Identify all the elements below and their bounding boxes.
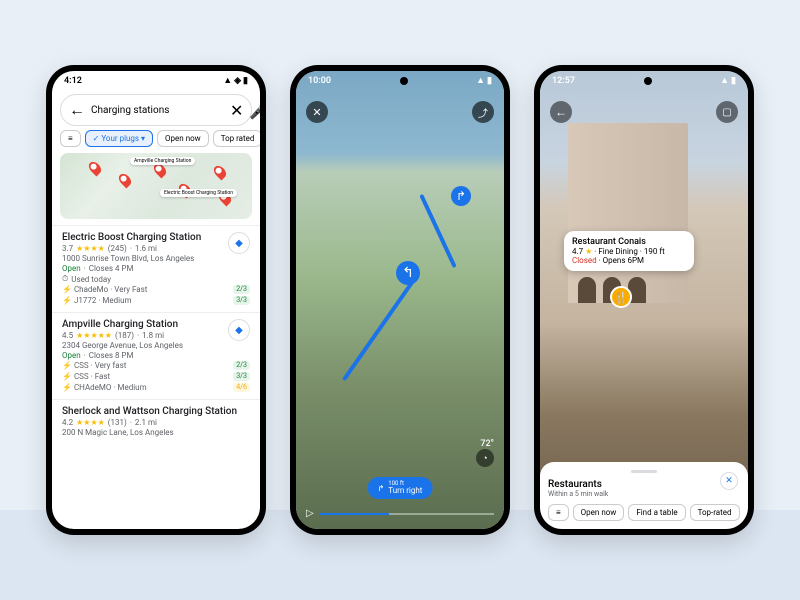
stars-icon: ★★★★: [76, 418, 105, 427]
result-address: 1000 Sunrise Town Blvd, Los Angeles: [62, 254, 250, 263]
directions-button[interactable]: ◆: [228, 232, 250, 254]
signal-icon: ▲: [720, 75, 729, 86]
map-pin[interactable]: [87, 160, 104, 177]
result-item[interactable]: ◆ Electric Boost Charging Station 3.7★★★…: [52, 225, 260, 312]
close-sheet-button[interactable]: ✕: [720, 472, 738, 490]
building-facade: [568, 123, 688, 303]
mic-icon[interactable]: 🎤: [249, 101, 260, 120]
clock-icon: ⏱: [62, 274, 68, 284]
route-line: [419, 194, 456, 268]
navigation-view[interactable]: ↰ ↱: [296, 71, 504, 529]
status-bar: 4:12 ▲◈▮: [52, 71, 260, 90]
turn-arrow-icon: ↱: [451, 186, 471, 206]
map-label: Electric Boost Charging Station: [160, 189, 237, 197]
result-address: 2304 George Avenue, Los Angeles: [62, 341, 250, 350]
back-icon[interactable]: ←: [69, 100, 85, 120]
search-input[interactable]: [91, 105, 224, 116]
result-title: Ampville Charging Station: [62, 319, 250, 330]
status-time: 10:00: [308, 76, 331, 86]
phone-live-view: 12:57 ▲▮ ← ▢ Restaurant Conais 4.7 ★ · F…: [534, 65, 754, 535]
turn-instruction: ↱ 100 ftTurn right: [368, 477, 433, 499]
poi-pin-icon[interactable]: 🍴: [610, 286, 632, 308]
map-preview[interactable]: Ampville Charging Station Electric Boost…: [60, 153, 252, 219]
poi-name: Restaurant Conais: [572, 237, 686, 247]
map-pin[interactable]: [212, 164, 229, 181]
sheet-title: Restaurants: [548, 479, 740, 490]
phone-charging-stations: 4:12 ▲◈▮ ← ✕ 🎤 ≡ ✓ Your plugs ▾ Open now…: [46, 65, 266, 535]
signal-icon: ▲: [476, 75, 485, 86]
phone-immersive-nav: ↰ ↱ 10:00 ▲▮ ✕ ⤴ 72° ◔ ↱ 100 ftTurn righ…: [290, 65, 510, 535]
bolt-icon: ⚡: [62, 383, 72, 392]
clear-icon[interactable]: ✕: [230, 101, 243, 120]
message-button[interactable]: ▢: [716, 101, 738, 123]
status-bar: 10:00 ▲▮: [296, 71, 504, 90]
result-title: Electric Boost Charging Station: [62, 232, 250, 243]
camera-notch: [400, 77, 408, 85]
star-icon: ★: [585, 247, 592, 256]
battery-icon: ▮: [731, 76, 736, 86]
map-label: Ampville Charging Station: [130, 157, 195, 165]
bolt-icon: ⚡: [62, 372, 72, 381]
result-title: Sherlock and Wattson Charging Station: [62, 406, 250, 417]
sheet-subtitle: Within a 5 min walk: [548, 490, 740, 498]
back-button[interactable]: ←: [550, 101, 572, 123]
result-item[interactable]: ◆ Ampville Charging Station 4.5★★★★★(187…: [52, 312, 260, 399]
poi-callout[interactable]: Restaurant Conais 4.7 ★ · Fine Dining · …: [564, 231, 694, 271]
share-button[interactable]: ⤴: [472, 101, 494, 123]
chip-top-rated[interactable]: Top-rated: [690, 504, 740, 521]
drag-handle[interactable]: [631, 470, 657, 473]
filter-chips: ≡ ✓ Your plugs ▾ Open now Top rated: [52, 130, 260, 153]
arch-window: [578, 277, 596, 303]
map-pin[interactable]: [117, 172, 134, 189]
chip-top-rated[interactable]: Top rated: [213, 130, 260, 147]
result-item[interactable]: Sherlock and Wattson Charging Station 4.…: [52, 399, 260, 443]
signal-icon: ▲: [223, 75, 232, 86]
tune-icon[interactable]: ≡: [548, 504, 569, 521]
stars-icon: ★★★★: [76, 244, 105, 253]
stars-icon: ★★★★★: [76, 331, 112, 340]
status-bar: 12:57 ▲▮: [540, 71, 748, 90]
wifi-icon: ◈: [234, 76, 241, 86]
bolt-icon: ⚡: [62, 285, 72, 294]
tune-icon[interactable]: ≡: [60, 130, 81, 147]
search-bar[interactable]: ← ✕ 🎤: [60, 94, 252, 126]
street-view[interactable]: [540, 71, 748, 529]
chip-open-now[interactable]: Open now: [157, 130, 209, 147]
battery-icon: ▮: [487, 76, 492, 86]
route-line: [342, 281, 414, 382]
turn-arrow-icon: ↰: [396, 261, 420, 285]
play-icon[interactable]: ▷: [306, 508, 314, 519]
result-address: 200 N Magic Lane, Los Angeles: [62, 428, 250, 437]
status-time: 12:57: [552, 76, 575, 86]
directions-button[interactable]: ◆: [228, 319, 250, 341]
camera-notch: [644, 77, 652, 85]
bolt-icon: ⚡: [62, 361, 72, 370]
chip-your-plugs[interactable]: ✓ Your plugs ▾: [85, 130, 153, 147]
chip-open-now[interactable]: Open now: [573, 504, 625, 521]
timeline-player[interactable]: ▷: [296, 508, 504, 519]
bolt-icon: ⚡: [62, 296, 72, 305]
close-button[interactable]: ✕: [306, 101, 328, 123]
temperature-label: 72°: [480, 439, 494, 449]
chip-find-table[interactable]: Find a table: [628, 504, 685, 521]
turn-right-icon: ↱: [378, 484, 385, 493]
bottom-sheet[interactable]: ✕ Restaurants Within a 5 min walk ≡ Open…: [540, 462, 748, 529]
battery-icon: ▮: [243, 76, 248, 86]
weather-time-icon[interactable]: ◔: [476, 449, 494, 467]
status-time: 4:12: [64, 76, 82, 86]
